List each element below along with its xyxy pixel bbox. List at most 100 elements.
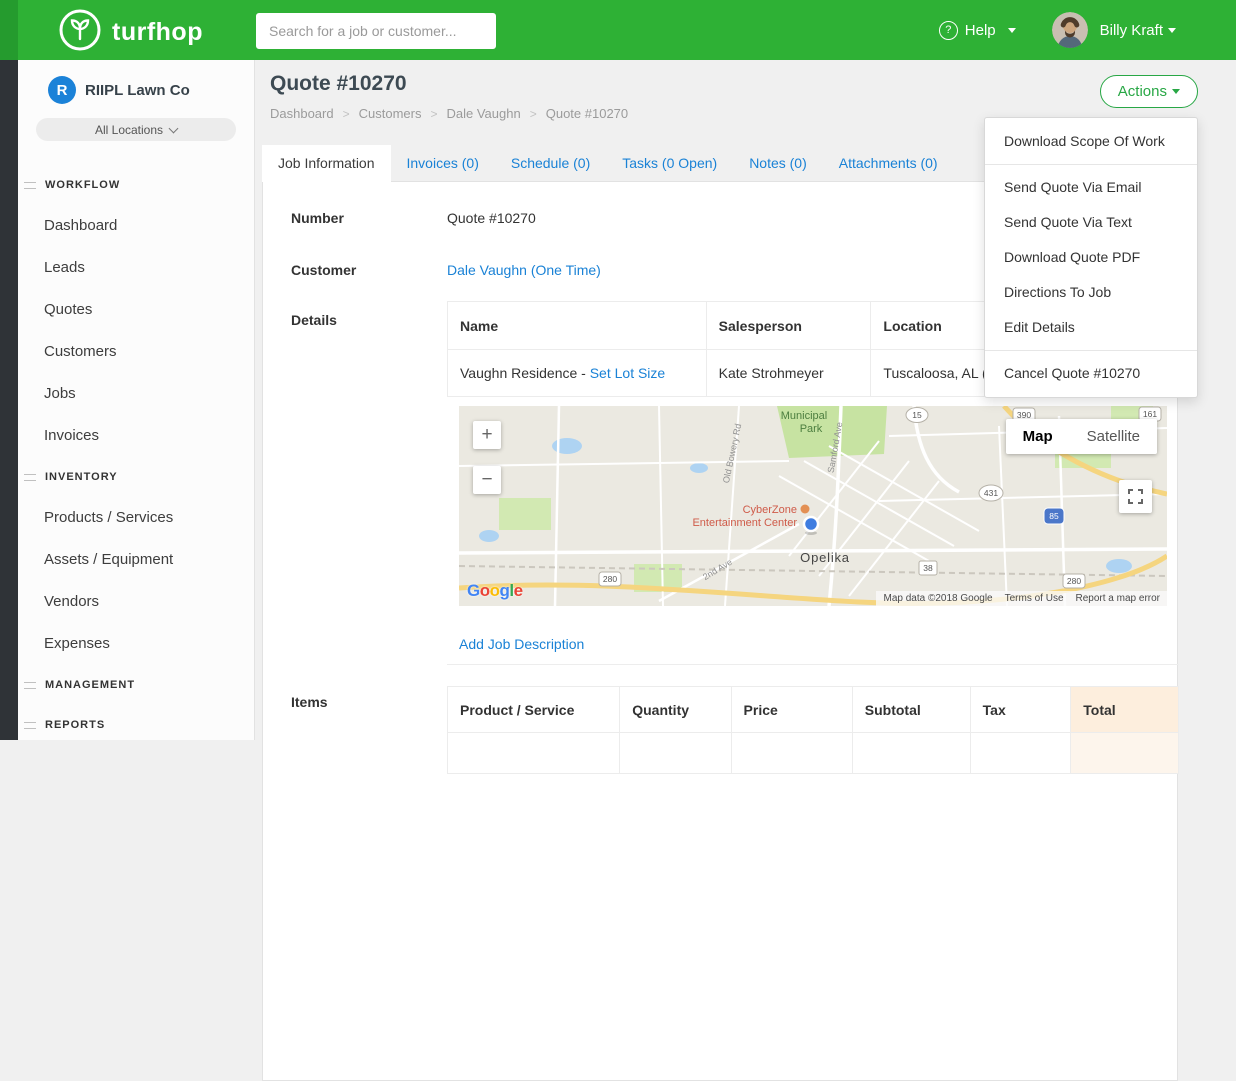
menu-item-send-quote-via-text[interactable]: Send Quote Via Text — [985, 205, 1197, 240]
tab-schedule[interactable]: Schedule (0) — [495, 145, 606, 181]
menu-item-send-quote-via-email[interactable]: Send Quote Via Email — [985, 170, 1197, 205]
section-lines-icon — [24, 182, 36, 189]
sidebar-item-dashboard[interactable]: Dashboard — [18, 205, 254, 247]
add-job-description-link[interactable]: Add Job Description — [459, 636, 584, 652]
nav-section-label: MANAGEMENT — [45, 679, 135, 691]
poi-icon — [801, 505, 810, 514]
details-cell-salesperson: Kate Strohmeyer — [706, 350, 871, 397]
help-question-icon: ? — [939, 21, 958, 40]
user-menu[interactable]: Billy Kraft — [1100, 22, 1176, 39]
terms-of-use-link[interactable]: Terms of Use — [1005, 593, 1064, 604]
menu-item-download-scope-of-work[interactable]: Download Scope Of Work — [985, 124, 1197, 159]
fullscreen-button[interactable] — [1119, 480, 1152, 513]
sidebar-item-invoices[interactable]: Invoices — [18, 415, 254, 457]
job-site-name: Vaughn Residence - — [460, 365, 586, 381]
brand[interactable]: turfhop — [58, 8, 203, 57]
breadcrumb-dale-vaughn[interactable]: Dale Vaughn — [447, 106, 521, 121]
items-header-price: Price — [731, 687, 852, 733]
sidebar-item-expenses[interactable]: Expenses — [18, 623, 254, 665]
map-type-map-button[interactable]: Map — [1006, 419, 1070, 454]
svg-text:15: 15 — [912, 410, 922, 420]
zoom-in-button[interactable]: + — [473, 421, 501, 449]
items-empty-row — [448, 733, 1179, 774]
help-label: Help — [965, 22, 996, 39]
menu-item-edit-details[interactable]: Edit Details — [985, 310, 1197, 345]
nav-section-label: REPORTS — [45, 719, 105, 731]
zoom-out-button[interactable]: − — [473, 466, 501, 494]
sidebar-item-products-services[interactable]: Products / Services — [18, 497, 254, 539]
nav-section-label: WORKFLOW — [45, 179, 120, 191]
svg-text:161: 161 — [1143, 409, 1157, 419]
sidebar-item-quotes[interactable]: Quotes — [18, 289, 254, 331]
chevron-down-icon — [169, 123, 179, 133]
svg-text:431: 431 — [984, 488, 998, 498]
chevron-down-icon — [1008, 28, 1016, 33]
top-bar-corner — [0, 0, 18, 60]
nav-section-reports: REPORTS — [18, 705, 254, 745]
items-label: Items — [291, 694, 328, 710]
sidebar-item-customers[interactable]: Customers — [18, 331, 254, 373]
menu-item-cancel-quote[interactable]: Cancel Quote #10270 — [985, 356, 1197, 391]
user-avatar[interactable] — [1052, 12, 1088, 48]
sidebar-item-jobs[interactable]: Jobs — [18, 373, 254, 415]
location-filter[interactable]: All Locations — [36, 118, 236, 141]
help-menu[interactable]: ? Help — [939, 21, 1016, 40]
company-initial: R — [57, 82, 68, 99]
section-divider — [447, 664, 1179, 665]
customer-value: Dale Vaughn (One Time) — [447, 262, 601, 278]
nav-section-header: REPORTS — [18, 705, 254, 745]
sidebar-item-vendors[interactable]: Vendors — [18, 581, 254, 623]
breadcrumb-current: Quote #10270 — [546, 106, 628, 121]
items-table: Product / Service Quantity Price Subtota… — [447, 686, 1179, 774]
google-logo[interactable]: Google — [467, 581, 523, 601]
items-header-subtotal: Subtotal — [852, 687, 970, 733]
sidebar: R RIIPL Lawn Co All Locations WORKFLOW D… — [18, 60, 255, 740]
customer-type-link[interactable]: (One Time) — [531, 262, 601, 278]
left-rail — [0, 60, 18, 740]
tab-tasks[interactable]: Tasks (0 Open) — [606, 145, 733, 181]
tab-attachments[interactable]: Attachments (0) — [823, 145, 954, 181]
section-lines-icon — [24, 474, 36, 481]
main-content: Quote #10270 Dashboard > Customers > Dal… — [256, 60, 1236, 740]
items-header-product-service: Product / Service — [448, 687, 620, 733]
number-value: Quote #10270 — [447, 210, 536, 226]
number-label: Number — [291, 210, 344, 226]
map-type-satellite-button[interactable]: Satellite — [1070, 419, 1157, 454]
breadcrumb-dashboard[interactable]: Dashboard — [270, 106, 334, 121]
details-cell-name: Vaughn Residence - Set Lot Size — [448, 350, 707, 397]
details-header-salesperson: Salesperson — [706, 302, 871, 350]
nav-section-label: INVENTORY — [45, 471, 118, 483]
tab-notes[interactable]: Notes (0) — [733, 145, 823, 181]
tab-bar: Job Information Invoices (0) Schedule (0… — [262, 145, 954, 182]
map-attribution: Map data ©2018 Google Terms of Use Repor… — [876, 591, 1167, 606]
breadcrumb-customers[interactable]: Customers — [359, 106, 422, 121]
menu-item-download-quote-pdf[interactable]: Download Quote PDF — [985, 240, 1197, 275]
sidebar-item-leads[interactable]: Leads — [18, 247, 254, 289]
actions-button[interactable]: Actions — [1100, 75, 1198, 108]
tab-job-information[interactable]: Job Information — [262, 145, 391, 182]
fullscreen-icon — [1127, 488, 1144, 505]
section-lines-icon — [24, 722, 36, 729]
top-bar: turfhop ? Help Billy Kraft — [0, 0, 1236, 60]
report-map-error-link[interactable]: Report a map error — [1076, 593, 1160, 604]
details-label: Details — [291, 312, 337, 328]
svg-text:85: 85 — [1049, 511, 1059, 521]
customer-link[interactable]: Dale Vaughn — [447, 262, 527, 278]
svg-text:280: 280 — [1067, 576, 1081, 586]
global-search-input[interactable] — [256, 13, 496, 49]
map-data-text: Map data ©2018 Google — [883, 593, 992, 604]
set-lot-size-link[interactable]: Set Lot Size — [590, 365, 666, 381]
company-block: R RIIPL Lawn Co — [18, 60, 254, 104]
breadcrumb: Dashboard > Customers > Dale Vaughn > Qu… — [270, 106, 628, 121]
user-name: Billy Kraft — [1100, 22, 1163, 39]
tab-invoices[interactable]: Invoices (0) — [391, 145, 495, 181]
actions-dropdown-menu: Download Scope Of Work Send Quote Via Em… — [984, 117, 1198, 398]
chevron-down-icon — [1172, 89, 1180, 94]
map-canvas[interactable]: Old Bowery Rd Samford Ave 2nd Ave Munici… — [459, 406, 1167, 606]
nav-section-workflow: WORKFLOW Dashboard Leads Quotes Customer… — [18, 165, 254, 457]
svg-text:280: 280 — [603, 574, 617, 584]
menu-item-directions-to-job[interactable]: Directions To Job — [985, 275, 1197, 310]
section-lines-icon — [24, 682, 36, 689]
actions-button-label: Actions — [1118, 83, 1167, 100]
sidebar-item-assets-equipment[interactable]: Assets / Equipment — [18, 539, 254, 581]
